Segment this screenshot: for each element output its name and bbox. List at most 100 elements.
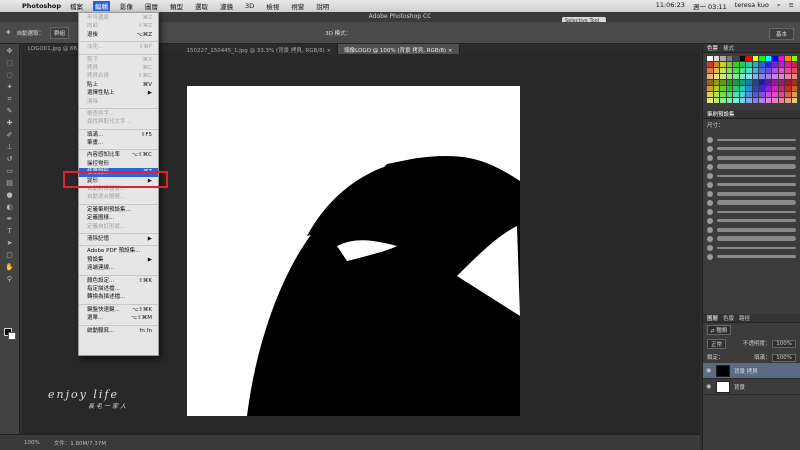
marquee-icon[interactable]: ⬚: [3, 58, 17, 68]
color-swatch[interactable]: [707, 98, 713, 103]
color-swatch[interactable]: [759, 68, 765, 73]
color-swatch[interactable]: [791, 62, 797, 67]
color-swatch[interactable]: [791, 56, 797, 61]
tab-channels[interactable]: 色版: [723, 314, 734, 322]
color-swatch[interactable]: [785, 56, 791, 61]
color-swatch[interactable]: [733, 56, 739, 61]
color-swatch[interactable]: [791, 80, 797, 85]
edit-menu-item[interactable]: 貼上 ⌘V: [79, 81, 158, 89]
color-swatch[interactable]: [791, 92, 797, 97]
color-swatch[interactable]: [707, 56, 713, 61]
color-swatch[interactable]: [752, 98, 758, 103]
layer-filter[interactable]: ρ 種類: [707, 325, 732, 335]
stamp-icon[interactable]: ⊥: [3, 142, 17, 152]
color-swatch[interactable]: [726, 80, 732, 85]
color-swatch[interactable]: [772, 68, 778, 73]
color-swatch[interactable]: [785, 62, 791, 67]
color-swatch[interactable]: [746, 80, 752, 85]
color-swatch[interactable]: [752, 86, 758, 91]
brush-preset[interactable]: [707, 144, 796, 153]
color-swatch[interactable]: [785, 68, 791, 73]
edit-menu-item[interactable]: Adobe PDF 預設集...: [79, 247, 158, 255]
color-swatch[interactable]: [726, 74, 732, 79]
color-swatch[interactable]: [726, 68, 732, 73]
brush-icon[interactable]: ✐: [3, 130, 17, 140]
fill-field[interactable]: 100%: [772, 354, 796, 362]
workspace-dropdown[interactable]: 基本: [768, 28, 794, 40]
brush-preset[interactable]: [707, 207, 796, 216]
magic-wand-icon[interactable]: ✦: [3, 82, 17, 92]
color-swatch[interactable]: [720, 98, 726, 103]
layer-name[interactable]: 背景: [734, 383, 745, 391]
color-swatch[interactable]: [739, 56, 745, 61]
color-swatch[interactable]: [765, 80, 771, 85]
auto-select-dropdown[interactable]: 群組: [50, 26, 70, 39]
edit-menu-item[interactable]: 鍵盤快速鍵... ⌥⇧⌘K: [79, 306, 158, 314]
color-swatch[interactable]: [720, 80, 726, 85]
color-swatch[interactable]: [733, 74, 739, 79]
color-swatch[interactable]: [772, 80, 778, 85]
color-swatch[interactable]: [720, 86, 726, 91]
color-swatch[interactable]: [746, 98, 752, 103]
color-swatch[interactable]: [772, 62, 778, 67]
menu-layer[interactable]: 圖層: [143, 1, 160, 11]
user-name[interactable]: teresa kuo: [735, 1, 769, 11]
edit-menu-item[interactable]: 清除記憶 ▶: [79, 235, 158, 243]
shape-icon[interactable]: ▢: [3, 250, 17, 260]
eraser-icon[interactable]: ▭: [3, 166, 17, 176]
color-swatch[interactable]: [707, 74, 713, 79]
color-swatch[interactable]: [733, 80, 739, 85]
color-swatch[interactable]: [752, 56, 758, 61]
color-swatch[interactable]: [752, 68, 758, 73]
color-swatch[interactable]: [752, 92, 758, 97]
dodge-icon[interactable]: ◐: [3, 202, 17, 212]
zoom-level[interactable]: 100%: [24, 440, 40, 446]
color-swatch[interactable]: [726, 86, 732, 91]
color-swatch[interactable]: [785, 86, 791, 91]
color-swatch[interactable]: [707, 92, 713, 97]
edit-menu-item[interactable]: 選擇性貼上 ▶: [79, 89, 158, 97]
color-swatch[interactable]: [713, 86, 719, 91]
blur-icon[interactable]: ●: [3, 190, 17, 200]
color-swatch[interactable]: [765, 86, 771, 91]
color-swatch[interactable]: [739, 98, 745, 103]
brush-list[interactable]: [703, 131, 800, 261]
color-swatch[interactable]: [746, 62, 752, 67]
brush-preset[interactable]: [707, 198, 796, 207]
color-swatch[interactable]: [759, 92, 765, 97]
color-swatch[interactable]: [765, 92, 771, 97]
app-name[interactable]: Photoshop: [22, 2, 61, 10]
color-swatch[interactable]: [720, 56, 726, 61]
brush-preset[interactable]: [707, 189, 796, 198]
brush-preset[interactable]: [707, 180, 796, 189]
edit-menu-item[interactable]: 預設集 ▶: [79, 256, 158, 264]
color-swatch[interactable]: [772, 74, 778, 79]
type-icon[interactable]: T: [3, 226, 17, 236]
tab-layers[interactable]: 圖層: [707, 314, 718, 322]
color-swatch[interactable]: [733, 92, 739, 97]
color-swatch[interactable]: [733, 62, 739, 67]
color-swatch[interactable]: [778, 56, 784, 61]
tab-brush-presets[interactable]: 筆刷預設集: [707, 110, 735, 118]
color-swatch[interactable]: [759, 86, 765, 91]
color-swatch[interactable]: [720, 62, 726, 67]
edit-menu-item[interactable]: 指定描述檔...: [79, 285, 158, 293]
healing-icon[interactable]: ✚: [3, 118, 17, 128]
brush-preset[interactable]: [707, 234, 796, 243]
color-swatch[interactable]: [772, 86, 778, 91]
color-swatch[interactable]: [746, 86, 752, 91]
color-swatch[interactable]: [707, 68, 713, 73]
color-swatch[interactable]: [765, 56, 771, 61]
color-swatch[interactable]: [726, 56, 732, 61]
eyedropper-icon[interactable]: ✎: [3, 106, 17, 116]
color-swatch[interactable]: [733, 68, 739, 73]
move-icon[interactable]: ✥: [3, 46, 17, 56]
crop-icon[interactable]: ⌗: [3, 94, 17, 104]
color-swatch[interactable]: [791, 86, 797, 91]
brush-preset[interactable]: [707, 171, 796, 180]
color-swatch[interactable]: [713, 68, 719, 73]
menu-select[interactable]: 選取: [193, 1, 210, 11]
color-swatch[interactable]: [765, 74, 771, 79]
edit-menu-item[interactable]: 定義筆刷預設集...: [79, 206, 158, 214]
color-swatch[interactable]: [791, 68, 797, 73]
